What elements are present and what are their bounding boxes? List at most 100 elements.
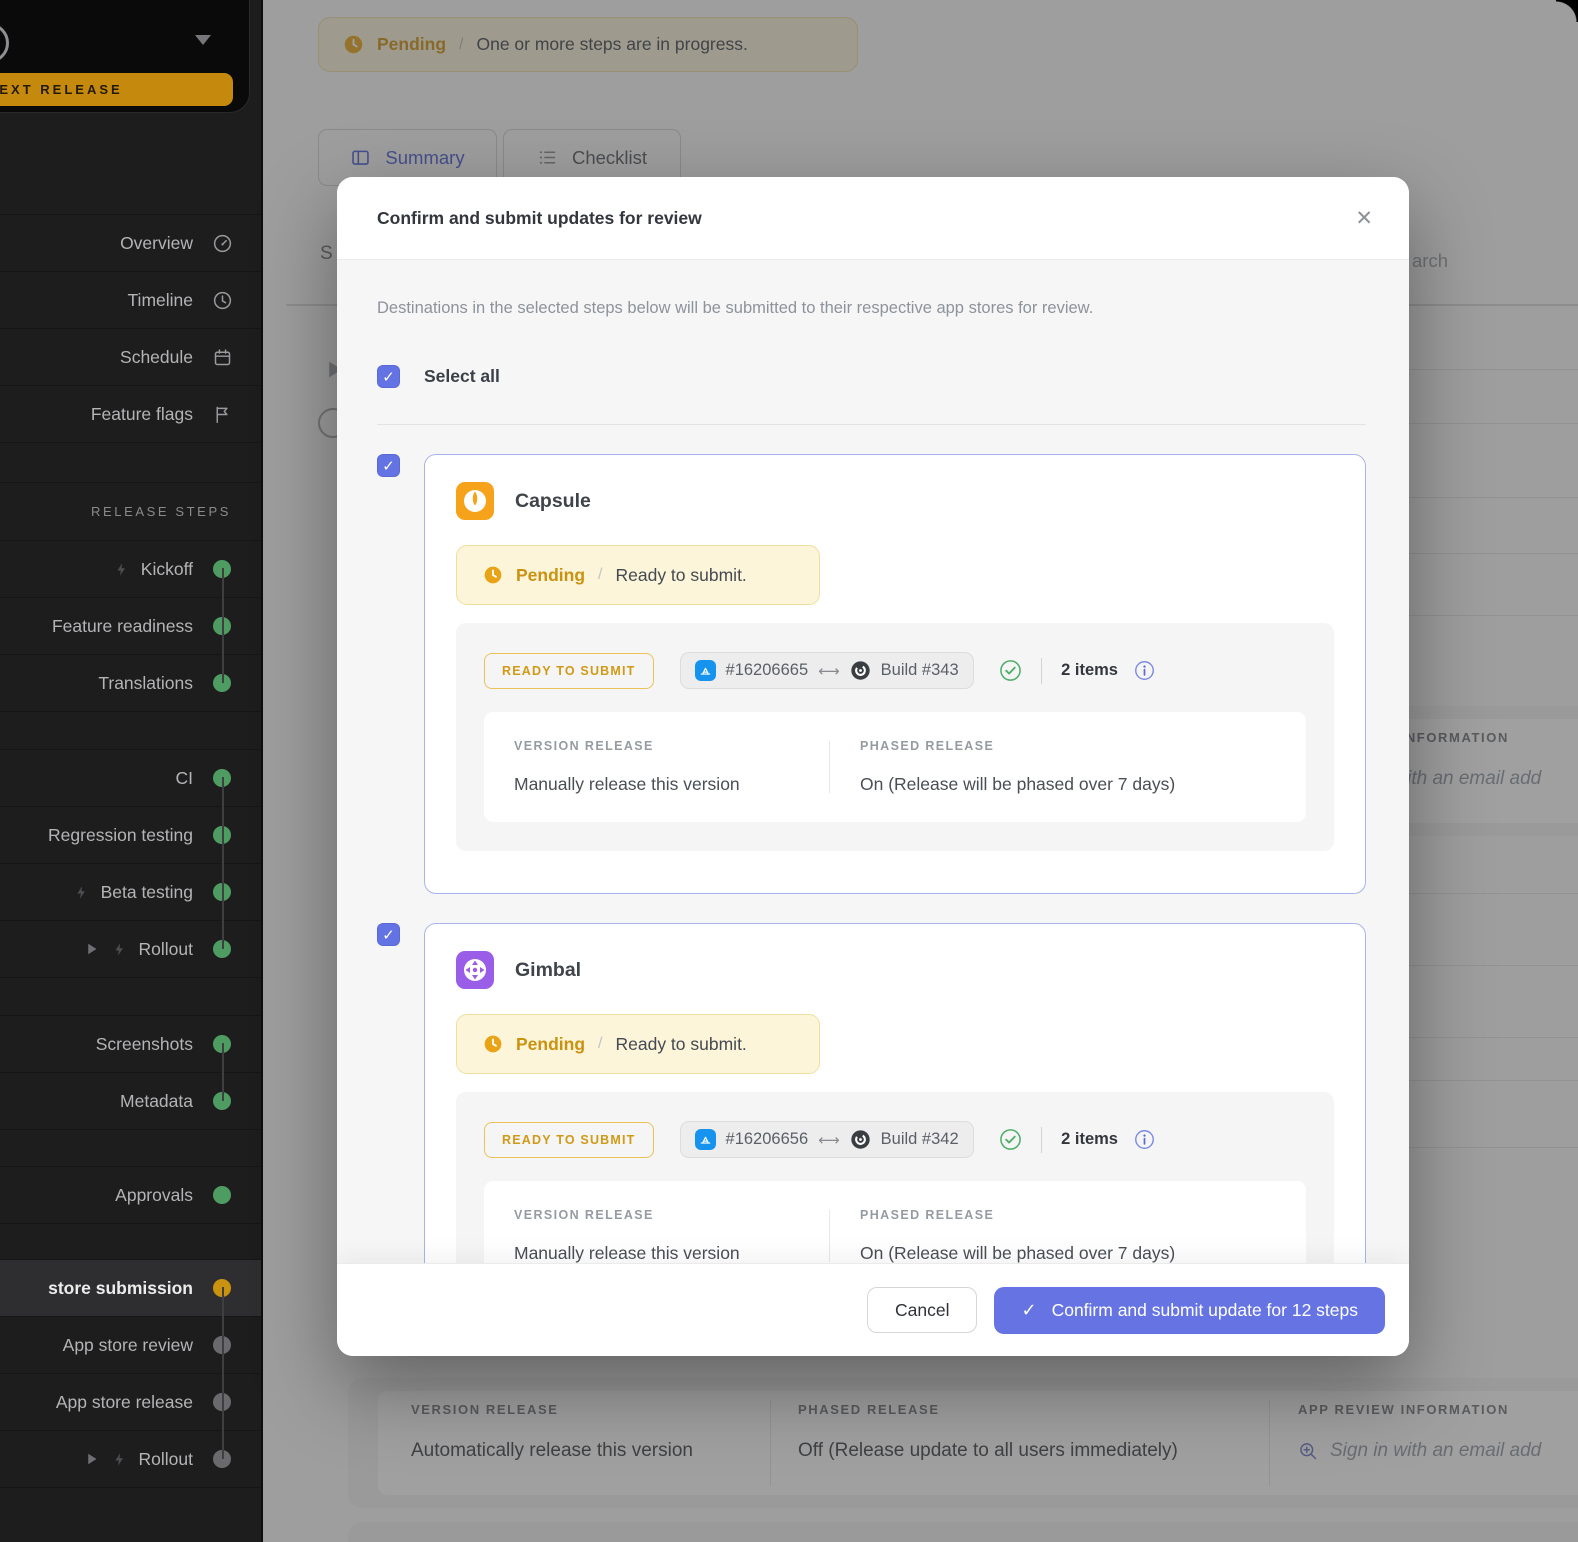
- submission-id: #16206665: [725, 661, 809, 679]
- next-release-badge[interactable]: NEXT RELEASE: [0, 73, 233, 106]
- version-release-column: VERSION RELEASE Manually release this ve…: [484, 739, 829, 795]
- submission-id: #16206656: [725, 1130, 809, 1148]
- capsule-card: Capsule Pending / Ready to submit. READY…: [424, 454, 1366, 894]
- phased-release-column: PHASED RELEASE On (Release will be phase…: [830, 739, 1306, 795]
- gimbal-submission-panel: READY TO SUBMIT #16206656 ⟷ Build #342 2…: [456, 1092, 1334, 1263]
- flag-icon: [216, 406, 228, 423]
- sidebar-spacer: [0, 1129, 261, 1166]
- steps-group-approvals: Approvals: [0, 1166, 261, 1223]
- status-divider: /: [598, 1035, 603, 1052]
- nav-icon-slot: [193, 233, 251, 254]
- sidebar-spacer: [0, 711, 261, 749]
- sidebar-item-feature-flags[interactable]: Feature flags: [0, 385, 261, 442]
- sidebar-item-label: Beta testing: [100, 881, 193, 902]
- capsule-checkbox[interactable]: ✓: [377, 454, 400, 477]
- confirm-submit-label: Confirm and submit update for 12 steps: [1051, 1299, 1358, 1320]
- nav-icon-slot: [193, 290, 251, 311]
- build-name: Build #342: [880, 1130, 959, 1148]
- gimbal-release-options: VERSION RELEASE Manually release this ve…: [484, 1181, 1306, 1263]
- check-icon: ✓: [1021, 1299, 1037, 1320]
- sidebar-item-label: Translations: [98, 672, 193, 693]
- sidebar-spacer: [0, 977, 261, 1015]
- steps-group-prep: Kickoff Feature readiness Translations: [0, 540, 261, 711]
- destination-row-gimbal: ✓ Gimbal Pending / Ready to submit. READ…: [377, 923, 1366, 1263]
- step-connector-line: [222, 777, 224, 949]
- calendar-icon: [214, 348, 230, 365]
- info-icon[interactable]: [1134, 1129, 1155, 1150]
- status-dot-slot: [193, 1186, 251, 1204]
- nav-icon-slot: [193, 347, 251, 368]
- sidebar-spacer: [0, 1487, 261, 1542]
- dialog-description: Destinations in the selected steps below…: [377, 299, 1094, 317]
- phased-release-label: PHASED RELEASE: [860, 739, 995, 753]
- phased-release-value: On (Release will be phased over 7 days): [860, 1243, 1176, 1263]
- build-train-icon: [850, 661, 870, 680]
- clock-icon: [484, 1035, 502, 1053]
- app-logo: [0, 23, 9, 63]
- vertical-divider: [1040, 1126, 1043, 1153]
- sidebar-item-label: Schedule: [120, 346, 193, 367]
- link-arrow: ⟷: [818, 1131, 840, 1149]
- divider: [377, 424, 1366, 425]
- lightning-icon: [112, 1451, 127, 1468]
- build-name: Build #343: [880, 661, 959, 679]
- sidebar-item-label: Overview: [120, 232, 193, 253]
- dialog-title: Confirm and submit updates for review: [377, 207, 702, 228]
- chevron-down-icon[interactable]: [195, 35, 211, 45]
- cancel-button[interactable]: Cancel: [867, 1287, 978, 1333]
- sidebar-item-label: App store review: [62, 1334, 193, 1355]
- gimbal-card: Gimbal Pending / Ready to submit. READY …: [424, 923, 1366, 1263]
- capsule-build-pill[interactable]: #16206665 ⟷ Build #343: [679, 652, 974, 689]
- version-release-value: Manually release this version: [514, 1243, 740, 1263]
- sidebar-item-approvals[interactable]: Approvals: [0, 1166, 261, 1223]
- sidebar-spacer: [0, 442, 261, 482]
- lightning-icon: [112, 941, 127, 958]
- sidebar-item-label: Kickoff: [140, 558, 193, 579]
- capsule-build-row: READY TO SUBMIT #16206665 ⟷ Build #343 2…: [484, 652, 1306, 689]
- gimbal-build-pill[interactable]: #16206656 ⟷ Build #342: [679, 1121, 974, 1158]
- gimbal-checkbox[interactable]: ✓: [377, 923, 400, 946]
- gimbal-header: Gimbal: [456, 951, 1334, 989]
- app-store-icon: [694, 660, 716, 681]
- sidebar-item-label: Metadata: [120, 1090, 193, 1111]
- version-release-value: Manually release this version: [514, 774, 740, 794]
- gimbal-build-row: READY TO SUBMIT #16206656 ⟷ Build #342 2…: [484, 1121, 1306, 1158]
- sidebar-item-label: CI: [175, 767, 194, 788]
- steps-group-assets: Screenshots Metadata: [0, 1015, 261, 1129]
- sidebar-item-timeline[interactable]: Timeline: [0, 271, 261, 328]
- version-release-label: VERSION RELEASE: [514, 1208, 654, 1222]
- phased-release-value: On (Release will be phased over 7 days): [860, 774, 1176, 794]
- sidebar-item-schedule[interactable]: Schedule: [0, 328, 261, 385]
- capsule-submission-panel: READY TO SUBMIT #16206665 ⟷ Build #343 2…: [456, 623, 1334, 851]
- step-connector-line: [222, 1043, 224, 1101]
- status-dot-complete: [213, 1186, 231, 1204]
- vertical-divider: [1040, 657, 1043, 684]
- version-release-label: VERSION RELEASE: [514, 739, 654, 753]
- gimbal-name: Gimbal: [515, 958, 582, 981]
- check-circle-icon: [999, 1128, 1022, 1151]
- gimbal-status-message: Ready to submit.: [615, 1033, 747, 1054]
- window-corner-notch: [1556, 0, 1578, 22]
- capsule-header: Capsule: [456, 482, 1334, 520]
- confirm-submit-button[interactable]: ✓ Confirm and submit update for 12 steps: [994, 1286, 1385, 1334]
- capsule-glyph: [464, 490, 486, 512]
- expand-arrow-icon[interactable]: [86, 1452, 98, 1466]
- capsule-release-options: VERSION RELEASE Manually release this ve…: [484, 712, 1306, 822]
- release-steps-header: RELEASE STEPS: [0, 482, 261, 540]
- link-arrow: ⟷: [818, 662, 840, 680]
- app-switcher-card[interactable]: NEXT RELEASE: [0, 0, 250, 113]
- info-icon[interactable]: [1134, 660, 1155, 681]
- app-store-icon: [694, 1129, 716, 1150]
- gimbal-app-icon: [456, 951, 494, 989]
- close-icon[interactable]: ✕: [1355, 208, 1373, 229]
- sidebar-item-label: Approvals: [115, 1184, 193, 1205]
- destination-row-capsule: ✓ Capsule Pending / Ready to submit. REA…: [377, 454, 1366, 894]
- select-all-checkbox[interactable]: ✓: [377, 365, 400, 388]
- dialog-header: Confirm and submit updates for review ✕: [337, 177, 1409, 260]
- items-count: 2 items: [1061, 1130, 1118, 1148]
- capsule-name: Capsule: [515, 489, 591, 512]
- expand-arrow-icon[interactable]: [86, 942, 98, 956]
- sidebar-item-overview[interactable]: Overview: [0, 214, 261, 271]
- sidebar-item-label: Feature readiness: [51, 615, 193, 636]
- sidebar-item-label: Regression testing: [48, 824, 193, 845]
